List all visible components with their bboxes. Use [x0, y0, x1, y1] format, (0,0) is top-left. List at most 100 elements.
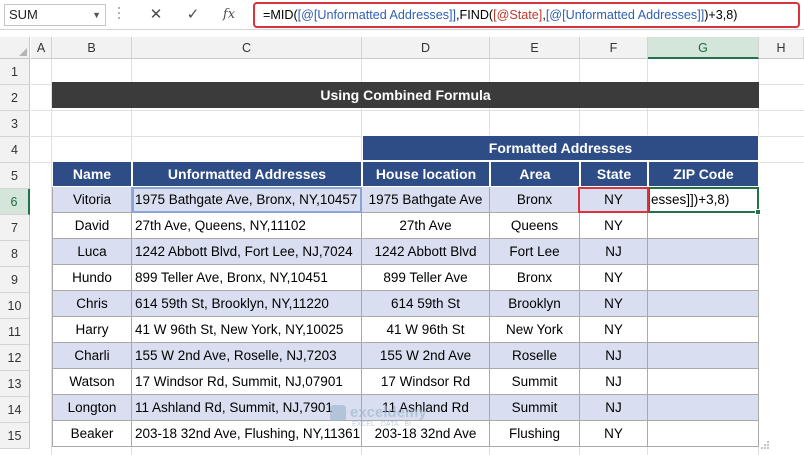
cell-zip-code[interactable]: [648, 291, 759, 317]
header-state[interactable]: State: [580, 161, 648, 187]
cell-area[interactable]: Summit: [490, 395, 580, 421]
cell-area[interactable]: Bronx: [490, 265, 580, 291]
column-header-a[interactable]: A: [31, 37, 52, 59]
column-header-g[interactable]: G: [648, 37, 759, 59]
cell-state[interactable]: NY: [580, 421, 648, 447]
header-name[interactable]: Name: [52, 161, 132, 187]
cell-state[interactable]: NY: [580, 317, 648, 343]
cell-name[interactable]: Luca: [52, 239, 132, 265]
cell-house-location[interactable]: 614 59th St: [362, 291, 490, 317]
cell-area[interactable]: New York: [490, 317, 580, 343]
enter-formula-icon[interactable]: ✓: [182, 4, 204, 26]
cell-area[interactable]: Roselle: [490, 343, 580, 369]
cell-zip-code[interactable]: [648, 213, 759, 239]
cell-state[interactable]: NY: [580, 291, 648, 317]
cell-name[interactable]: Vitoria: [52, 187, 132, 213]
row-header-12[interactable]: 12: [0, 345, 30, 371]
cell-unformatted-address[interactable]: 1242 Abbott Blvd, Fort Lee, NJ,7024: [132, 239, 362, 265]
cell-zip-code[interactable]: [648, 343, 759, 369]
referenced-range-state: [578, 187, 649, 213]
cell-area[interactable]: Queens: [490, 213, 580, 239]
cell-name[interactable]: Chris: [52, 291, 132, 317]
cell-name[interactable]: Charli: [52, 343, 132, 369]
cell-zip-code[interactable]: [648, 265, 759, 291]
cell-zip-code[interactable]: [648, 369, 759, 395]
cell-state[interactable]: NY: [580, 265, 648, 291]
header-area[interactable]: Area: [490, 161, 580, 187]
cell-unformatted-address[interactable]: 203-18 32nd Ave, Flushing, NY,11361: [132, 421, 362, 447]
row-header-1[interactable]: 1: [0, 59, 30, 85]
row-header-2[interactable]: 2: [0, 85, 30, 111]
cell-house-location[interactable]: 27th Ave: [362, 213, 490, 239]
cell-house-location[interactable]: 41 W 96th St: [362, 317, 490, 343]
cell-unformatted-address[interactable]: 17 Windsor Rd, Summit, NJ,07901: [132, 369, 362, 395]
row-header-6[interactable]: 6: [0, 189, 30, 215]
active-cell-zip-code[interactable]: esses]])+3,8): [648, 187, 759, 213]
cell-unformatted-address[interactable]: 155 W 2nd Ave, Roselle, NJ,7203: [132, 343, 362, 369]
header-house-location[interactable]: House location: [362, 161, 490, 187]
resize-grip-icon[interactable]: [760, 440, 770, 450]
row-header-5[interactable]: 5: [0, 163, 30, 189]
fill-handle[interactable]: [755, 209, 761, 215]
formula-part: )+3,8): [704, 8, 738, 22]
cell-state[interactable]: NJ: [580, 395, 648, 421]
cell-name[interactable]: Longton: [52, 395, 132, 421]
row-header-10[interactable]: 10: [0, 293, 30, 319]
formula-part: ,FIND(: [456, 8, 494, 22]
cell-unformatted-address[interactable]: 11 Ashland Rd, Summit, NJ,7901: [132, 395, 362, 421]
cell-zip-code[interactable]: [648, 239, 759, 265]
cell-state[interactable]: NJ: [580, 369, 648, 395]
cell-house-location[interactable]: 899 Teller Ave: [362, 265, 490, 291]
header-zip-code[interactable]: ZIP Code: [648, 161, 759, 187]
cell-state[interactable]: NY: [580, 213, 648, 239]
formula-input[interactable]: =MID([@[Unformatted Addresses]],FIND([@S…: [253, 2, 800, 28]
cell-state[interactable]: NJ: [580, 343, 648, 369]
referenced-range-addresses: [132, 187, 362, 213]
name-box-dropdown-icon[interactable]: ▼: [92, 5, 101, 25]
cell-house-location[interactable]: 155 W 2nd Ave: [362, 343, 490, 369]
row-header-3[interactable]: 3: [0, 111, 30, 137]
cell-unformatted-address[interactable]: 899 Teller Ave, Bronx, NY,10451: [132, 265, 362, 291]
cell-name[interactable]: Hundo: [52, 265, 132, 291]
column-header-c[interactable]: C: [132, 37, 362, 59]
formula-bar-grip-icon[interactable]: [117, 7, 121, 23]
cell-area[interactable]: Fort Lee: [490, 239, 580, 265]
row-header-11[interactable]: 11: [0, 319, 30, 345]
row-header-4[interactable]: 4: [0, 137, 30, 163]
cell-name[interactable]: Watson: [52, 369, 132, 395]
column-header-b[interactable]: B: [52, 37, 132, 59]
cancel-formula-icon[interactable]: ✕: [145, 4, 167, 26]
column-header-d[interactable]: D: [362, 37, 490, 59]
cell-house-location[interactable]: 1975 Bathgate Ave: [362, 187, 490, 213]
select-all-icon: [19, 48, 27, 56]
cell-unformatted-address[interactable]: 614 59th St, Brooklyn, NY,11220: [132, 291, 362, 317]
column-header-f[interactable]: F: [580, 37, 648, 59]
group-header-formatted-addresses[interactable]: Formatted Addresses: [362, 135, 759, 161]
cell-area[interactable]: Brooklyn: [490, 291, 580, 317]
row-header-13[interactable]: 13: [0, 371, 30, 397]
header-unformatted-addresses[interactable]: Unformatted Addresses: [132, 161, 362, 187]
cell-name[interactable]: Harry: [52, 317, 132, 343]
cell-area[interactable]: Flushing: [490, 421, 580, 447]
column-header-e[interactable]: E: [490, 37, 580, 59]
cell-zip-code[interactable]: [648, 421, 759, 447]
row-header-7[interactable]: 7: [0, 215, 30, 241]
name-box[interactable]: SUM ▼: [4, 4, 106, 26]
row-header-14[interactable]: 14: [0, 397, 30, 423]
cell-zip-code[interactable]: [648, 395, 759, 421]
cell-state[interactable]: NJ: [580, 239, 648, 265]
cell-house-location[interactable]: 17 Windsor Rd: [362, 369, 490, 395]
row-header-15[interactable]: 15: [0, 423, 30, 449]
cell-unformatted-address[interactable]: 41 W 96th St, New York, NY,10025: [132, 317, 362, 343]
cell-house-location[interactable]: 1242 Abbott Blvd: [362, 239, 490, 265]
cell-zip-code[interactable]: [648, 317, 759, 343]
cell-name[interactable]: Beaker: [52, 421, 132, 447]
row-header-8[interactable]: 8: [0, 241, 30, 267]
insert-function-icon[interactable]: fx: [218, 4, 240, 26]
cell-name[interactable]: David: [52, 213, 132, 239]
cell-unformatted-address[interactable]: 27th Ave, Queens, NY,11102: [132, 213, 362, 239]
cell-area[interactable]: Bronx: [490, 187, 580, 213]
row-header-9[interactable]: 9: [0, 267, 30, 293]
column-header-h[interactable]: H: [759, 37, 804, 59]
cell-area[interactable]: Summit: [490, 369, 580, 395]
